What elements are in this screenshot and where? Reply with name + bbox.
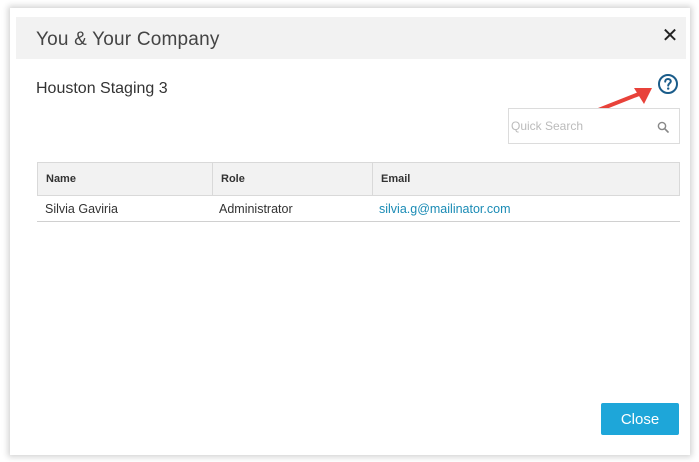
cell-name: Silvia Gaviria <box>45 202 118 216</box>
search-icon[interactable] <box>657 121 669 133</box>
column-header-role[interactable]: Role <box>212 163 372 195</box>
quick-search-input[interactable] <box>511 115 651 137</box>
column-header-name[interactable]: Name <box>38 163 212 195</box>
cell-email-link[interactable]: silvia.g@mailinator.com <box>371 202 510 216</box>
table-header: Name Role Email <box>37 162 680 196</box>
users-table: Name Role Email Silvia Gaviria Administr… <box>37 162 680 222</box>
quick-search-box <box>508 108 680 144</box>
column-header-email[interactable]: Email <box>372 163 679 195</box>
dialog-title: You & Your Company <box>36 29 220 50</box>
dialog-titlebar: You & Your Company ✕ <box>16 17 686 59</box>
company-name: Houston Staging 3 <box>36 80 168 97</box>
close-button[interactable]: Close <box>601 403 679 435</box>
dialog <box>10 8 690 455</box>
cell-role: Administrator <box>219 202 293 216</box>
table-row[interactable]: Silvia Gaviria Administrator silvia.g@ma… <box>37 196 680 222</box>
help-icon[interactable] <box>657 73 679 95</box>
close-icon[interactable]: ✕ <box>660 26 680 46</box>
